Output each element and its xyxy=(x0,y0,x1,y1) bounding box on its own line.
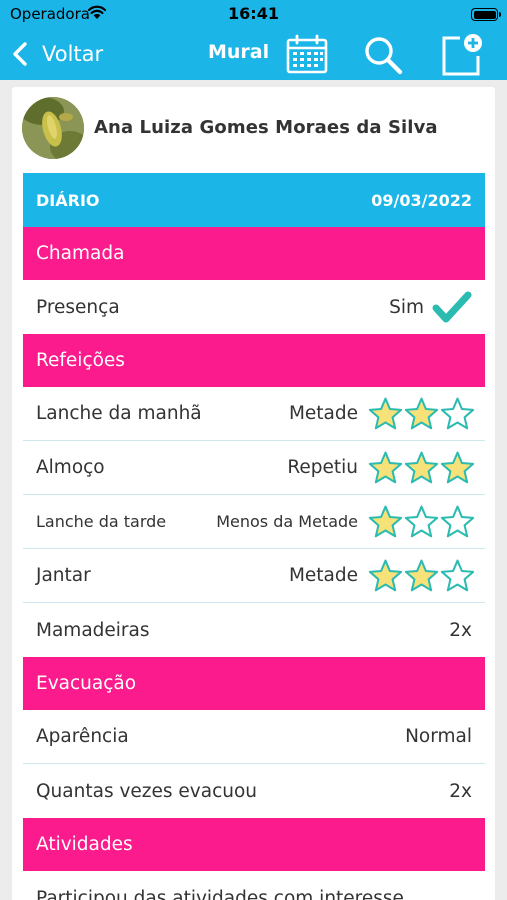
diary-header: DIÁRIO 09/03/2022 xyxy=(23,173,485,227)
activities-row: Participou das atividades com interesse xyxy=(23,871,485,900)
evacuation-count-row: Quantas vezes evacuou 2x xyxy=(23,764,485,818)
appearance-row: Aparência Normal xyxy=(23,710,485,764)
star-rating xyxy=(368,557,476,594)
star-filled-icon xyxy=(368,451,403,484)
star-filled-icon xyxy=(368,397,403,430)
star-filled-icon xyxy=(404,397,439,430)
star-empty-icon xyxy=(404,505,439,538)
diary-list: DIÁRIO 09/03/2022 Chamada Presença Sim R… xyxy=(23,173,485,900)
section-title: Refeições xyxy=(36,350,125,371)
presence-value: Sim xyxy=(389,296,424,318)
battery-icon xyxy=(471,8,501,21)
star-rating xyxy=(368,503,476,540)
star-filled-icon xyxy=(440,451,475,484)
star-rating xyxy=(368,449,476,486)
student-name: Ana Luiza Gomes Moraes da Silva xyxy=(94,117,438,138)
avatar-photo xyxy=(22,97,84,159)
appearance-label: Aparência xyxy=(36,726,129,747)
meal-label: Jantar xyxy=(36,565,91,586)
star-rating xyxy=(368,395,476,432)
meal-value: Repetiu xyxy=(287,457,358,478)
calendar-button[interactable] xyxy=(284,32,330,78)
presence-row: Presença Sim xyxy=(23,280,485,334)
calendar-icon xyxy=(286,34,328,74)
star-empty-icon xyxy=(440,397,475,430)
section-title: Atividades xyxy=(36,834,133,855)
bottles-value: 2x xyxy=(449,619,472,641)
add-note-button[interactable] xyxy=(438,32,484,78)
section-atividades: Atividades xyxy=(23,818,485,871)
star-empty-icon xyxy=(440,559,475,592)
meal-label: Almoço xyxy=(36,457,105,478)
meal-value: Metade xyxy=(288,403,358,424)
meal-row-lanche-manha: Lanche da manhã Metade xyxy=(23,387,485,441)
page-title: Mural xyxy=(208,41,270,63)
star-empty-icon xyxy=(440,505,475,538)
meal-label: Lanche da tarde xyxy=(36,512,167,531)
section-evacuacao: Evacuação xyxy=(23,657,485,710)
meal-row-jantar: Jantar Metade xyxy=(23,549,485,603)
section-chamada: Chamada xyxy=(23,227,485,280)
diary-card: Ana Luiza Gomes Moraes da Silva DIÁRIO 0… xyxy=(12,87,495,900)
meal-row-lanche-tarde: Lanche da tarde Menos da Metade xyxy=(23,495,485,549)
bottles-row: Mamadeiras 2x xyxy=(23,603,485,657)
nav-bar: Voltar Mural xyxy=(0,30,507,80)
star-filled-icon xyxy=(368,505,403,538)
section-title: Chamada xyxy=(36,243,125,264)
chevron-left-icon xyxy=(13,42,27,66)
activities-label: Participou das atividades com interesse xyxy=(36,887,404,900)
presence-label: Presença xyxy=(36,296,120,318)
section-title: Evacuação xyxy=(36,673,137,694)
appearance-value: Normal xyxy=(405,726,472,747)
diary-date: 09/03/2022 xyxy=(371,190,472,210)
status-bar: Operadora 16:41 xyxy=(0,0,507,30)
meal-row-almoco: Almoço Repetiu xyxy=(23,441,485,495)
meal-value: Menos da Metade xyxy=(216,512,358,531)
avatar[interactable] xyxy=(22,97,84,159)
bottles-label: Mamadeiras xyxy=(36,619,150,641)
meal-label: Lanche da manhã xyxy=(36,403,202,424)
meal-value: Metade xyxy=(288,565,358,586)
checkmark-icon xyxy=(432,291,472,323)
search-icon xyxy=(365,37,403,75)
diary-label: DIÁRIO xyxy=(36,190,100,210)
star-filled-icon xyxy=(368,559,403,592)
back-label: Voltar xyxy=(42,42,104,66)
clock: 16:41 xyxy=(228,4,279,23)
section-refeicoes: Refeições xyxy=(23,334,485,387)
add-note-icon xyxy=(442,34,482,76)
star-filled-icon xyxy=(404,559,439,592)
search-button[interactable] xyxy=(360,32,406,78)
evacuation-count-label: Quantas vezes evacuou xyxy=(36,780,258,802)
evacuation-count-value: 2x xyxy=(449,780,472,802)
back-button[interactable]: Voltar xyxy=(10,36,103,72)
star-filled-icon xyxy=(404,451,439,484)
